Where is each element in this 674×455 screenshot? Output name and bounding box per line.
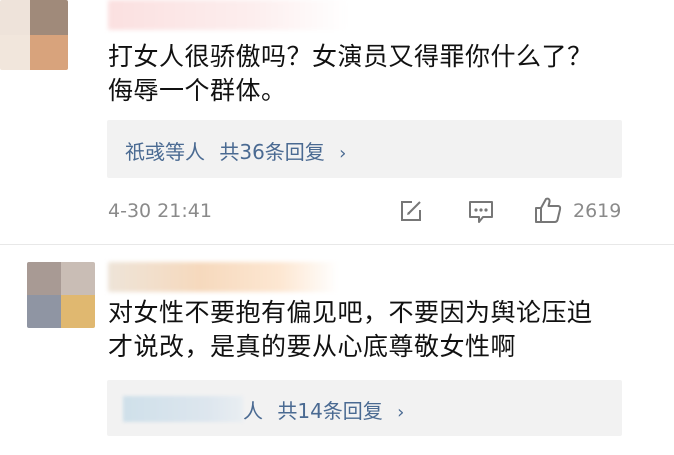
- chevron-right-icon: ›: [339, 143, 347, 164]
- comment-text: 对女性不要抱有偏见吧，不要因为舆论压迫 才说改，是真的要从心底尊敬女性啊: [108, 296, 593, 364]
- reply-summary[interactable]: 人 共14条回复 ›: [107, 380, 622, 436]
- avatar[interactable]: [0, 0, 68, 70]
- comment-text-line: 打女人很骄傲吗？女演员又得罪你什么了？: [108, 42, 593, 71]
- comment-text-line: 对女性不要抱有偏见吧，不要因为舆论压迫: [108, 298, 593, 327]
- avatar[interactable]: [27, 262, 95, 328]
- reply-count[interactable]: 共36条回复: [219, 140, 324, 164]
- chevron-right-icon: ›: [397, 402, 405, 423]
- like-count: 2619: [573, 200, 622, 222]
- edit-icon[interactable]: [398, 198, 424, 224]
- comment-text-line: 侮辱一个群体。: [108, 76, 287, 105]
- username-blurred[interactable]: [108, 0, 348, 30]
- comment-text-line: 才说改，是真的要从心底尊敬女性啊: [108, 332, 517, 361]
- timestamp: 4-30 21:41: [108, 200, 212, 222]
- like-icon[interactable]: [533, 196, 563, 224]
- reply-count[interactable]: 共14条回复: [277, 399, 382, 423]
- reply-users-blurred: [123, 396, 243, 422]
- comment-text: 打女人很骄傲吗？女演员又得罪你什么了？ 侮辱一个群体。: [108, 40, 593, 108]
- reply-users[interactable]: 祇彧等人: [125, 140, 205, 164]
- comment-icon[interactable]: [467, 199, 495, 225]
- divider: [0, 244, 674, 245]
- reply-users[interactable]: 人: [243, 399, 263, 423]
- reply-summary[interactable]: 祇彧等人 共36条回复 ›: [107, 120, 622, 178]
- username-blurred[interactable]: [108, 262, 338, 292]
